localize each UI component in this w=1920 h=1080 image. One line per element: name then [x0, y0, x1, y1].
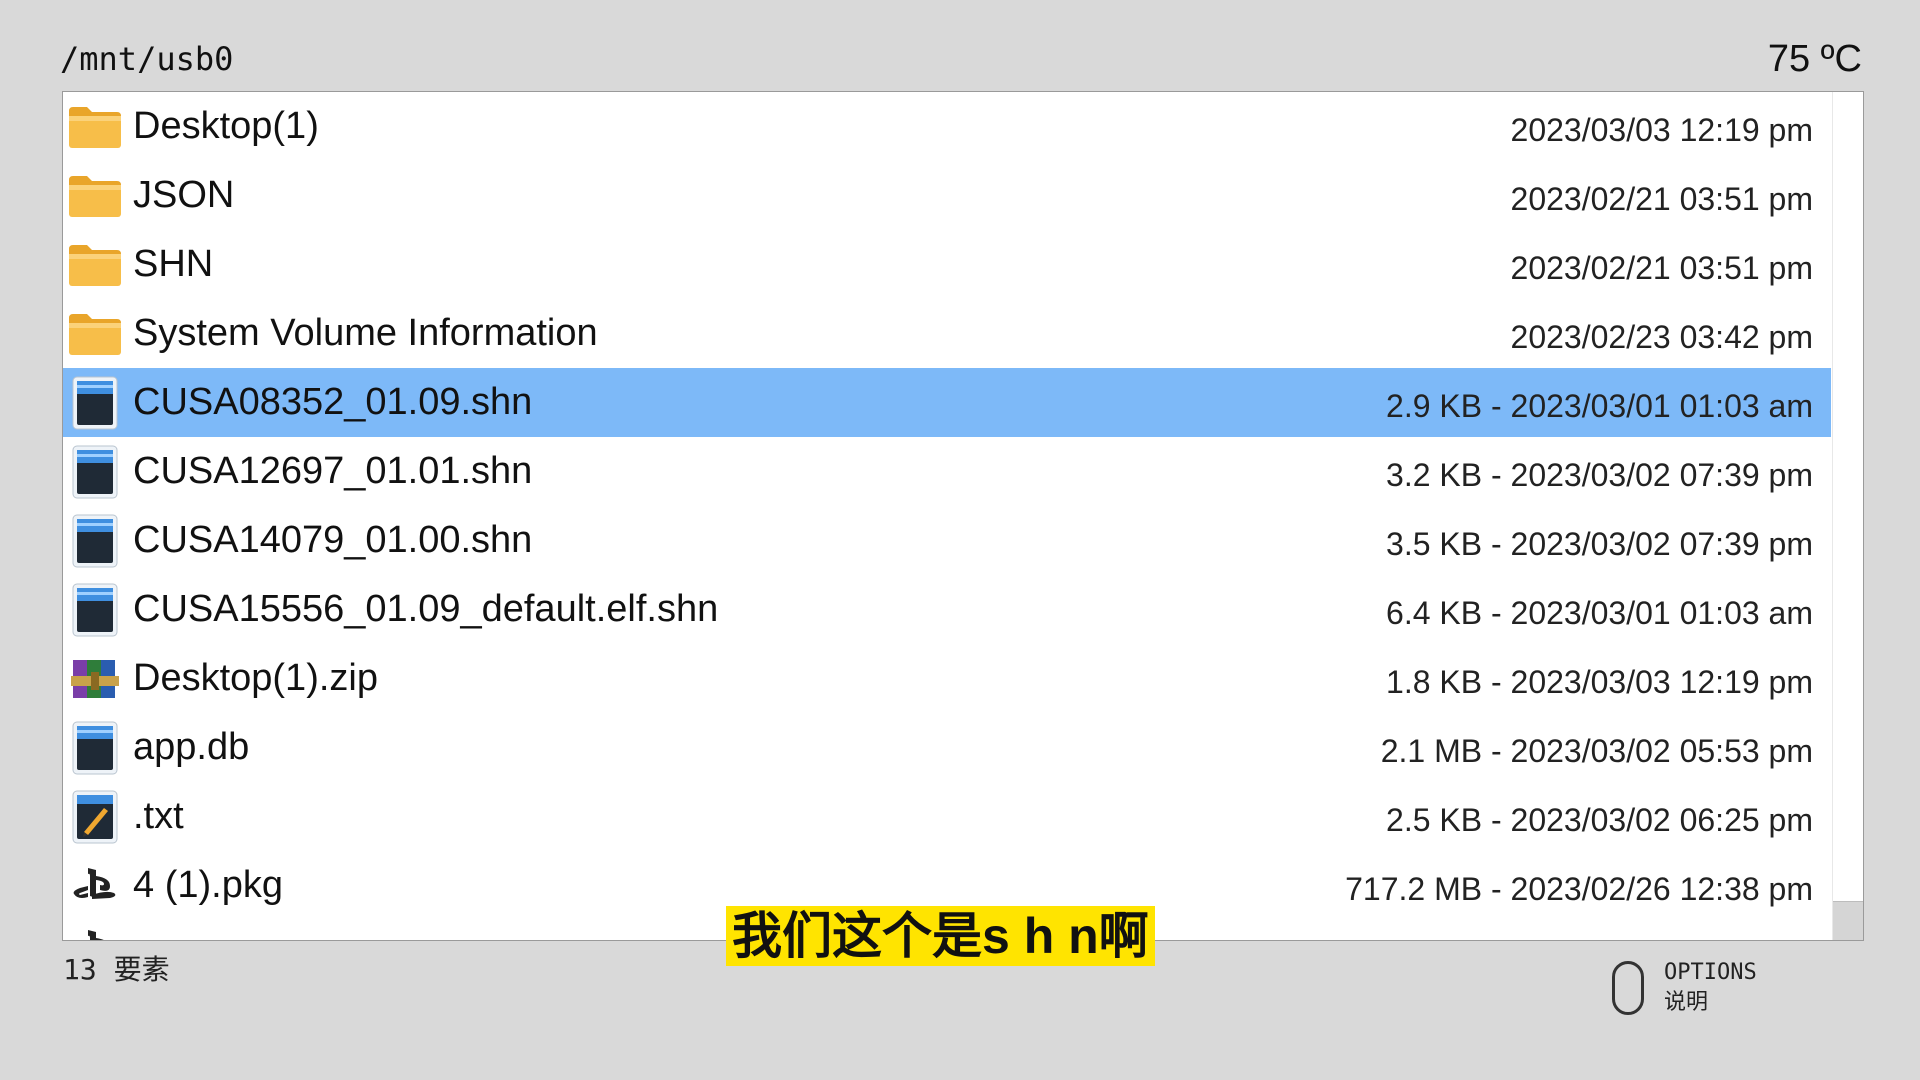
options-label: OPTIONS — [1664, 960, 1757, 985]
file-icon — [67, 444, 123, 500]
file-name: CUSA15556_01.09_default.elf.shn — [133, 588, 719, 630]
video-subtitle: 我们这个是s h n啊 — [726, 906, 1155, 966]
file-name: CUSA12697_01.01.shn — [133, 450, 533, 492]
file-row[interactable]: CUSA08352_01.09.shn 2.9 KB - 2023/03/01 0… — [63, 368, 1831, 437]
archive-icon — [67, 651, 123, 707]
file-name: .txt — [133, 795, 184, 837]
file-meta: 2023/02/21 03:51 pm — [1510, 249, 1813, 286]
file-icon — [67, 375, 123, 431]
file-name: 4 (1).pkg — [133, 864, 283, 906]
file-meta: 717.2 MB - 2023/02/26 12:38 pm — [1345, 870, 1813, 907]
file-meta: 2023/02/21 03:51 pm — [1510, 180, 1813, 217]
file-name: Desktop(1).zip — [133, 657, 378, 699]
file-row[interactable]: CUSA15556_01.09_default.elf.shn 6.4 KB - … — [63, 575, 1831, 644]
file-row[interactable]: CUSA12697_01.01.shn 3.2 KB - 2023/03/02 0… — [63, 437, 1831, 506]
item-count: 13 要素 — [63, 953, 170, 986]
file-name: CUSA14079_01.00.shn — [133, 519, 533, 561]
file-row[interactable]: JSON 2023/02/21 03:51 pm — [63, 161, 1831, 230]
file-name: System Volume Information — [133, 312, 598, 354]
file-meta: 3.2 KB - 2023/03/02 07:39 pm — [1386, 456, 1813, 493]
file-meta: 1.8 KB - 2023/03/03 12:19 pm — [1386, 663, 1813, 700]
scrollbar-thumb[interactable] — [1833, 901, 1863, 940]
file-meta: 2.1 MB - 2023/03/02 05:53 pm — [1380, 732, 1813, 769]
folder-icon — [67, 306, 123, 362]
file-meta: 3.5 KB - 2023/03/02 07:39 pm — [1386, 525, 1813, 562]
file-meta: 2023/02/23 03:42 pm — [1510, 318, 1813, 355]
file-meta: 2023/03/03 12:19 pm — [1510, 111, 1813, 148]
file-name: CUSA08352_01.09.shn — [133, 381, 533, 423]
temperature-readout: 75 ºC — [1767, 38, 1862, 80]
file-icon — [67, 513, 123, 569]
playstation-icon — [67, 920, 123, 940]
file-icon — [67, 720, 123, 776]
file-row[interactable]: app.db 2.1 MB - 2023/03/02 05:53 pm — [63, 713, 1831, 782]
file-meta: 2.5 KB - 2023/03/02 06:25 pm — [1386, 801, 1813, 838]
file-row[interactable]: SHN 2023/02/21 03:51 pm — [63, 230, 1831, 299]
file-meta: 6.4 KB - 2023/03/01 01:03 am — [1386, 594, 1813, 631]
file-name: SHN — [133, 243, 214, 285]
folder-icon — [67, 168, 123, 224]
file-row[interactable]: CUSA14079_01.00.shn 3.5 KB - 2023/03/02 0… — [63, 506, 1831, 575]
folder-icon — [67, 99, 123, 155]
file-row[interactable]: Desktop(1) 2023/03/03 12:19 pm — [63, 92, 1831, 161]
file-icon — [67, 582, 123, 638]
options-button-icon — [1612, 961, 1644, 1015]
file-meta: 2.9 KB - 2023/03/01 01:03 am — [1386, 387, 1813, 424]
playstation-icon — [67, 858, 123, 914]
options-hint: OPTIONS 说明 — [1612, 958, 1757, 1018]
folder-icon — [67, 237, 123, 293]
text-file-icon — [67, 789, 123, 845]
file-row[interactable]: .txt 2.5 KB - 2023/03/02 06:25 pm — [63, 782, 1831, 851]
file-name: Desktop(1) — [133, 105, 319, 147]
options-description: 说明 — [1664, 990, 1709, 1015]
file-list[interactable]: Desktop(1) 2023/03/03 12:19 pm JSON 2023/02… — [62, 91, 1864, 941]
file-name: JSON — [133, 174, 235, 216]
current-path: /mnt/usb0 — [60, 40, 234, 78]
file-row[interactable]: System Volume Information 2023/02/23 03:4… — [63, 299, 1831, 368]
file-row[interactable]: Desktop(1).zip 1.8 KB - 2023/03/03 12:19 … — [63, 644, 1831, 713]
file-name: app.db — [133, 726, 250, 768]
scrollbar[interactable] — [1832, 92, 1863, 940]
